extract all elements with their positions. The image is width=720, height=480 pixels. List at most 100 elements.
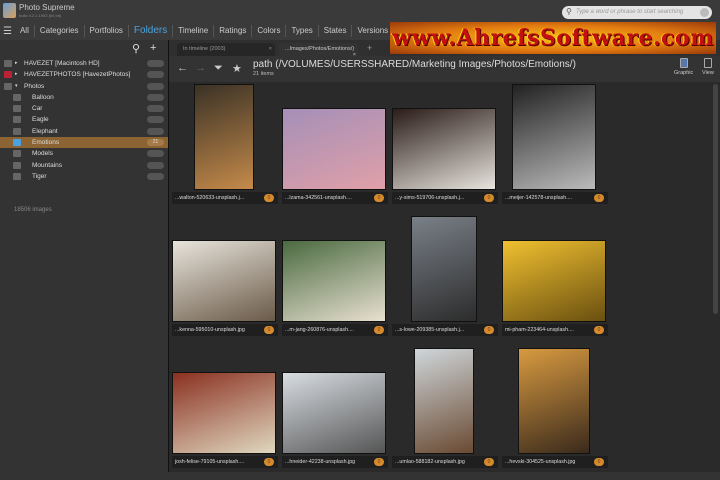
back-arrow-icon[interactable]: ← [177, 62, 188, 74]
star-icon[interactable]: ★ [232, 62, 242, 75]
rating-badge[interactable]: 0 [594, 458, 604, 466]
view-label: View [702, 70, 714, 76]
thumbnail-item[interactable]: ...y-sims-519706-unsplash.j... 0 [392, 84, 498, 208]
nav-tab-timeline[interactable]: Timeline [173, 25, 215, 37]
scrollbar[interactable] [713, 84, 718, 314]
graphic-button[interactable]: Graphic [674, 58, 693, 76]
thumbnail-item[interactable]: ...kenna-595010-unsplash.jpg 0 [172, 216, 278, 340]
folder-icon [13, 116, 21, 124]
nav-tab-portfolios[interactable]: Portfolios [85, 25, 129, 37]
forward-arrow-icon[interactable]: → [195, 62, 206, 74]
rating-badge[interactable]: 0 [484, 326, 494, 334]
nav-tab-ratings[interactable]: Ratings [214, 25, 253, 37]
rating-badge[interactable]: 0 [374, 458, 384, 466]
folder-label: Car [32, 105, 43, 113]
nav-tab-types[interactable]: Types [286, 25, 319, 37]
folder-label: Mountains [32, 161, 62, 169]
rating-badge[interactable]: 0 [374, 326, 384, 334]
thumbnail-item[interactable]: ...s-lowe-209385-unsplash.j... 0 [392, 216, 498, 340]
search-icon[interactable]: ⚲ [132, 42, 140, 55]
rating-badge[interactable]: 0 [484, 458, 494, 466]
rating-badge[interactable]: 0 [594, 194, 604, 202]
file-name: ...meijer-142578-unsplash.... [505, 195, 573, 201]
thumbnail-item[interactable]: ...meijer-142578-unsplash.... 0 [502, 84, 608, 208]
folder-havezet[interactable]: ▸ HAVEZET [Macintosh HD] [0, 58, 168, 69]
folder-mountains[interactable]: Mountains [0, 160, 168, 171]
folder-emotions[interactable]: Emotions 21 [0, 137, 168, 149]
close-tab-icon[interactable]: × [269, 46, 272, 52]
nav-tab-all[interactable]: All [15, 25, 35, 37]
expand-arrow-icon[interactable]: ▾ [15, 81, 18, 92]
photo-thumbnail[interactable] [392, 108, 496, 190]
folder-balloon[interactable]: Balloon [0, 92, 168, 103]
photo-thumbnail[interactable] [502, 240, 606, 322]
photo-thumbnail[interactable] [411, 216, 477, 322]
new-tab-button[interactable]: + [361, 40, 378, 53]
tab-label: In timeline (2003) [183, 46, 226, 52]
photo-thumbnail[interactable] [414, 348, 474, 454]
nav-tab-versions[interactable]: Versions [352, 25, 395, 37]
photo-thumbnail[interactable] [282, 372, 386, 454]
file-name: ...y-sims-519706-unsplash.j... [395, 195, 465, 201]
menu-icon[interactable]: ☰ [0, 26, 15, 37]
photo-thumbnail[interactable] [518, 348, 590, 454]
folder-elephant[interactable]: Elephant [0, 126, 168, 137]
folder-label: HAVEZET [Macintosh HD] [24, 60, 100, 67]
nav-tab-states[interactable]: States [319, 25, 353, 37]
photo-thumbnail[interactable] [172, 372, 276, 454]
view-button[interactable]: View [702, 58, 714, 76]
rating-badge[interactable]: 0 [374, 194, 384, 202]
folder-icon [4, 60, 12, 67]
folder-count [147, 172, 164, 180]
rating-badge[interactable]: 0 [264, 194, 274, 202]
app-version: build 4.2.1.1903 (64 bit) [19, 13, 62, 18]
nav-tab-colors[interactable]: Colors [252, 25, 287, 37]
rating-badge[interactable]: 0 [264, 326, 274, 334]
folder-label: Photos [24, 82, 45, 90]
folder-count [147, 60, 164, 67]
tab-emotions[interactable]: ...Images/Photos/Emotions/) × [279, 43, 359, 58]
thumbnail-item[interactable]: ...umlao-588182-unsplash.jpg 0 [392, 348, 498, 472]
thumbnail-item[interactable]: ...hevski-304525-unsplash.jpg 0 [502, 348, 608, 472]
folder-icon [13, 93, 21, 101]
folder-models[interactable]: Models [0, 148, 168, 159]
thumbnail-caption: ...y-sims-519706-unsplash.j... 0 [392, 192, 498, 204]
nav-tab-categories[interactable]: Categories [35, 25, 85, 37]
filter-icon[interactable]: ⏷ [214, 62, 223, 75]
rating-badge[interactable]: 0 [264, 458, 274, 466]
thumbnail-item[interactable]: josh-felise-79105-unsplash.... 0 [172, 348, 278, 472]
expand-arrow-icon[interactable]: ▸ [15, 69, 18, 80]
thumbnail-item[interactable]: ...walton-520633-unsplash.j... 0 [172, 84, 278, 208]
tab-label: ...Images/Photos/Emotions/) [285, 46, 355, 52]
folder-count [147, 150, 164, 158]
thumbnail-caption: ...hneider-42238-unsplash.jpg 0 [282, 456, 388, 468]
thumbnail-item[interactable]: mi-pham-223464-unsplash.... 0 [502, 216, 608, 340]
expand-arrow-icon[interactable]: ▸ [15, 58, 18, 69]
add-icon[interactable]: + [150, 42, 156, 54]
thumbnail-caption: ...hevski-304525-unsplash.jpg 0 [502, 456, 608, 468]
photo-thumbnail[interactable] [282, 240, 386, 322]
folder-tiger[interactable]: Tiger [0, 171, 168, 182]
folder-icon [13, 105, 21, 113]
photo-thumbnail[interactable] [282, 108, 386, 190]
folder-car[interactable]: Car [0, 103, 168, 114]
file-name: josh-felise-79105-unsplash.... [175, 459, 245, 465]
photo-thumbnail[interactable] [512, 84, 596, 190]
rating-badge[interactable]: 0 [484, 194, 494, 202]
thumbnail-item[interactable]: ...lzama-342561-unsplash.... 0 [282, 84, 388, 208]
photo-thumbnail[interactable] [172, 240, 276, 322]
search-input[interactable]: ⚲ Type a word or phrase to start searchi… [562, 6, 712, 19]
photo-thumbnail[interactable] [194, 84, 254, 190]
thumbnail-item[interactable]: ...m-jang-260876-unsplash.... 0 [282, 216, 388, 340]
nav-tab-folders[interactable]: Folders [129, 25, 174, 37]
thumbnail-frame [172, 84, 276, 190]
folder-havezetphotos[interactable]: ▸ HAVEZETPHOTOS [HavezetPhotos] [0, 69, 168, 80]
tab-timeline[interactable]: In timeline (2003) × [177, 43, 275, 56]
thumbnail-item[interactable]: ...hneider-42238-unsplash.jpg 0 [282, 348, 388, 472]
rating-badge[interactable]: 0 [594, 326, 604, 334]
clear-search-icon[interactable] [700, 8, 709, 17]
folder-photos[interactable]: ▾ Photos [0, 81, 168, 92]
folder-eagle[interactable]: Eagle [0, 114, 168, 125]
thumbnail-caption: ...lzama-342561-unsplash.... 0 [282, 192, 388, 204]
file-name: ...umlao-588182-unsplash.jpg [395, 459, 465, 465]
